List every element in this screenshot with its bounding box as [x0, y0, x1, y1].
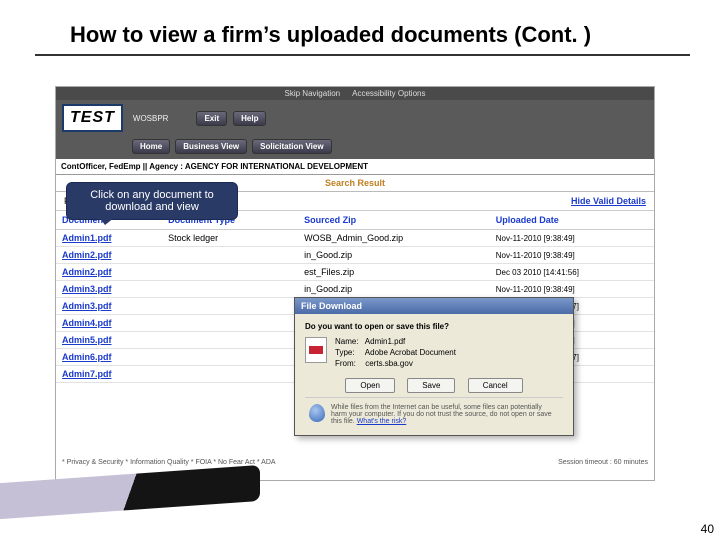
cell-zip: in_Good.zip — [298, 281, 490, 298]
file-from: certs.sba.gov — [365, 359, 413, 368]
slide-title: How to view a firm’s uploaded documents … — [35, 0, 690, 56]
document-link[interactable]: Admin5.pdf — [56, 332, 162, 349]
cell-zip: in_Good.zip — [298, 247, 490, 264]
table-row: Admin2.pdf in_Good.zipNov-11-2010 [9:38:4… — [56, 247, 654, 264]
help-button[interactable]: Help — [233, 111, 266, 126]
cell-type: Stock ledger — [162, 230, 298, 247]
cell-type — [162, 366, 298, 383]
table-row: Admin2.pdf est_Files.zipDec 03 2010 [14:4… — [56, 264, 654, 281]
session-timeout: Session timeout : 60 minutes — [558, 459, 648, 466]
cell-date: Nov-11-2010 [9:38:49] — [490, 230, 654, 247]
cell-type — [162, 332, 298, 349]
table-row: Admin1.pdfStock ledgerWOSB_Admin_Good.zi… — [56, 230, 654, 247]
business-view-button[interactable]: Business View — [175, 139, 247, 154]
cell-type — [162, 315, 298, 332]
document-link[interactable]: Admin2.pdf — [56, 264, 162, 281]
skip-navigation-link[interactable]: Skip Navigation — [285, 89, 341, 98]
document-link[interactable]: Admin7.pdf — [56, 366, 162, 383]
file-name: Admin1.pdf — [365, 337, 405, 346]
cell-type — [162, 247, 298, 264]
agency-info: ContOfficer, FedEmp || Agency : AGENCY F… — [56, 159, 654, 175]
header-bar: TEST WOSBPR Exit Help — [56, 100, 654, 136]
document-link[interactable]: Admin6.pdf — [56, 349, 162, 366]
col-sourced-zip: Sourced Zip — [298, 211, 490, 230]
logo: TEST — [62, 104, 123, 132]
nav-row: Home Business View Solicitation View — [56, 136, 654, 159]
accessibility-options-link[interactable]: Accessibility Options — [352, 89, 425, 98]
document-link[interactable]: Admin3.pdf — [56, 298, 162, 315]
file-type: Adobe Acrobat Document — [365, 348, 456, 357]
document-link[interactable]: Admin3.pdf — [56, 281, 162, 298]
cell-date: Dec 03 2010 [14:41:56] — [490, 264, 654, 281]
dialog-question: Do you want to open or save this file? — [305, 322, 563, 331]
file-download-dialog: File Download Do you want to open or sav… — [294, 297, 574, 436]
skip-nav-bar: Skip Navigation Accessibility Options — [56, 87, 654, 100]
cell-type — [162, 349, 298, 366]
cell-type — [162, 264, 298, 281]
hide-valid-details-link[interactable]: Hide Valid Details — [571, 196, 646, 206]
solicitation-view-button[interactable]: Solicitation View — [252, 139, 331, 154]
open-button[interactable]: Open — [345, 378, 395, 393]
document-link[interactable]: Admin4.pdf — [56, 315, 162, 332]
exit-button[interactable]: Exit — [196, 111, 227, 126]
shield-icon — [309, 404, 325, 422]
cancel-button[interactable]: Cancel — [468, 378, 523, 393]
type-label: Type: — [335, 348, 363, 357]
dialog-warning-text: While files from the Internet can be use… — [331, 404, 559, 425]
instruction-callout: Click on any document to download and vi… — [66, 182, 238, 220]
slide-decoration — [0, 465, 260, 519]
dialog-file-meta: Name: Admin1.pdf Type: Adobe Acrobat Doc… — [335, 337, 456, 370]
cell-type — [162, 298, 298, 315]
cell-zip: est_Files.zip — [298, 264, 490, 281]
cell-zip: WOSB_Admin_Good.zip — [298, 230, 490, 247]
application-screenshot: Skip Navigation Accessibility Options TE… — [55, 86, 655, 481]
page-number: 40 — [701, 522, 714, 536]
app-abbrev: WOSBPR — [133, 114, 169, 123]
save-button[interactable]: Save — [407, 378, 455, 393]
cell-date: Nov-11-2010 [9:38:49] — [490, 281, 654, 298]
name-label: Name: — [335, 337, 363, 346]
table-row: Admin3.pdf in_Good.zipNov-11-2010 [9:38:4… — [56, 281, 654, 298]
cell-type — [162, 281, 298, 298]
dialog-title: File Download — [295, 298, 573, 314]
footer-links-left[interactable]: * Privacy & Security * Information Quali… — [62, 459, 276, 466]
home-button[interactable]: Home — [132, 139, 170, 154]
pdf-icon — [305, 337, 327, 363]
app-footer: * Privacy & Security * Information Quali… — [62, 459, 648, 466]
whats-the-risk-link[interactable]: What's the risk? — [357, 418, 407, 425]
from-label: From: — [335, 359, 363, 368]
col-uploaded-date: Uploaded Date — [490, 211, 654, 230]
cell-date: Nov-11-2010 [9:38:49] — [490, 247, 654, 264]
document-link[interactable]: Admin2.pdf — [56, 247, 162, 264]
